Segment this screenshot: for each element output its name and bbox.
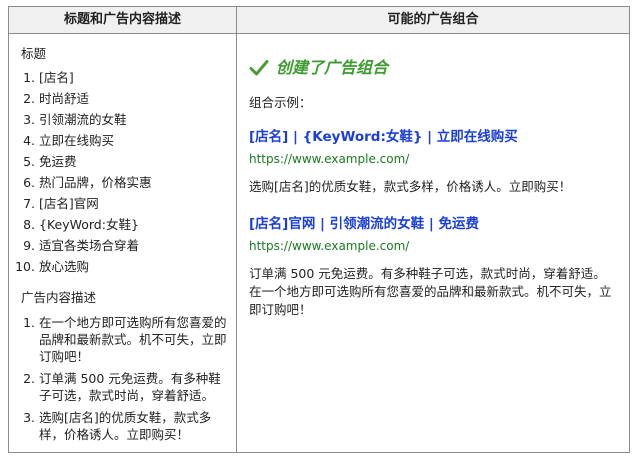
list-item: 1. 在一个地方即可选购所有您喜爱的品牌和最新款式。机不可失，立即订购吧！: [23, 315, 227, 364]
checkmark-icon: [249, 60, 269, 76]
list-item: 5. 免运费: [23, 154, 77, 169]
headline-list: 1. [店名] 2. 时尚舒适 3. 引领潮流的女鞋 4. 立即在线购买 5. 免运费 6…: [9, 67, 236, 277]
table-header: 标题和广告内容描述 可能的广告组合: [9, 7, 629, 34]
list-item: 9. 适宜各类场合穿着: [23, 238, 140, 253]
list-item: 7. [店名]官网: [23, 196, 99, 211]
ad-title[interactable]: [店名] | {KeyWord:女鞋} | 立即在线购买: [249, 127, 617, 147]
list-item: 4. 立即在线购买: [23, 133, 115, 148]
list-item: 8. {KeyWord:女鞋}: [23, 217, 139, 232]
ad-preview: [店名]官网 | 引领潮流的女鞋 | 免运费 https://www.examp…: [249, 214, 617, 319]
ad-description: 订单满 500 元免运费。有多种鞋子可选，款式时尚，穿着舒适。在一个地方即可选购…: [249, 266, 612, 317]
descriptions-title: 广告内容描述: [21, 290, 97, 305]
list-item: 3. 选购[店名]的优质女鞋，款式多样，价格诱人。立即购买！: [23, 410, 212, 442]
created-text: 创建了广告组合: [276, 58, 389, 77]
ad-title[interactable]: [店名]官网 | 引领潮流的女鞋 | 免运费: [249, 214, 617, 234]
left-column: 标题 1. [店名] 2. 时尚舒适 3. 引领潮流的女鞋 4. 立即在线购买 5. 免运…: [9, 34, 236, 452]
list-item: 10. 放心选购: [15, 259, 90, 274]
list-item: 1. [店名]: [23, 70, 74, 85]
list-item: 2. 时尚舒适: [23, 91, 90, 106]
header-right: 可能的广告组合: [387, 12, 479, 27]
headlines-title: 标题: [21, 46, 47, 61]
header-left: 标题和广告内容描述: [63, 12, 181, 27]
combo-label: 组合示例：: [249, 95, 312, 110]
comparison-table: 标题和广告内容描述 可能的广告组合 标题 1. [店名] 2. 时尚舒适 3. 引领潮…: [8, 6, 630, 453]
description-list: 1. 在一个地方即可选购所有您喜爱的品牌和最新款式。机不可失，立即订购吧！ 2. 订…: [9, 314, 236, 448]
ad-url[interactable]: https://www.example.com/: [249, 150, 617, 168]
right-column: 创建了广告组合 组合示例： [店名] | {KeyWord:女鞋} | 立即在线…: [237, 34, 629, 452]
list-item: 2. 订单满 500 元免运费。有多种鞋子可选，款式时尚，穿着舒适。: [23, 371, 221, 403]
list-item: 3. 引领潮流的女鞋: [23, 112, 127, 127]
ad-description: 选购[店名]的优质女鞋，款式多样，价格诱人。立即购买！: [249, 179, 572, 194]
list-item: 6. 热门品牌，价格实惠: [23, 175, 152, 190]
ad-preview: [店名] | {KeyWord:女鞋} | 立即在线购买 https://www…: [249, 127, 617, 196]
ad-url[interactable]: https://www.example.com/: [249, 237, 617, 255]
